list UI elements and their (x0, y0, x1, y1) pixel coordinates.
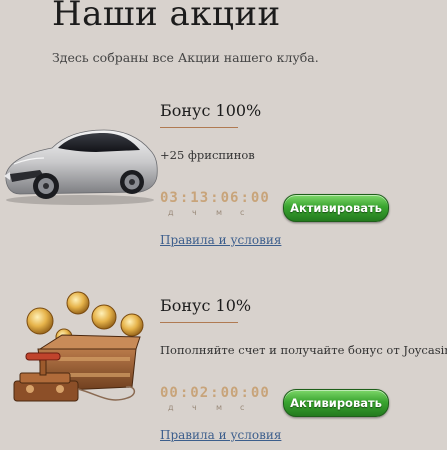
countdown-minutes: 00 (220, 385, 240, 401)
unit-minutes: м (216, 208, 223, 217)
promo-title: Бонус 10% (160, 296, 252, 315)
treasure-chest-coins-icon (13, 291, 144, 402)
promo-title: Бонус 100% (160, 101, 262, 120)
countdown-units: дчмс (168, 208, 264, 217)
rules-link[interactable]: Правила и условия (160, 233, 281, 247)
unit-seconds: с (240, 208, 245, 217)
countdown-timer: 00:02:00:00 (160, 385, 270, 401)
sports-car-icon (4, 129, 158, 205)
countdown-timer: 03:13:06:00 (160, 190, 270, 206)
promo-description: +25 фриспинов (160, 148, 255, 162)
unit-minutes: м (216, 403, 223, 412)
countdown-hours: 13 (190, 190, 210, 206)
page-subtitle: Здесь собраны все Акции нашего клуба. (52, 50, 319, 65)
countdown-minutes: 06 (220, 190, 240, 206)
title-divider (160, 127, 238, 128)
unit-days: д (168, 403, 174, 412)
activate-button[interactable]: Активировать (283, 194, 389, 222)
unit-hours: ч (192, 208, 197, 217)
page-title: Наши акции (52, 0, 281, 34)
activate-button[interactable]: Активировать (283, 389, 389, 417)
countdown-hours: 02 (190, 385, 210, 401)
countdown-days: 00 (160, 385, 179, 401)
unit-hours: ч (192, 403, 197, 412)
rules-link[interactable]: Правила и условия (160, 428, 281, 442)
countdown-units: дчмс (168, 403, 264, 412)
title-divider (160, 322, 238, 323)
promo-description: Пополняйте счет и получайте бонус от Joy… (160, 343, 447, 357)
countdown-days: 03 (160, 190, 179, 206)
unit-seconds: с (240, 403, 245, 412)
countdown-seconds: 00 (250, 190, 270, 206)
unit-days: д (168, 208, 174, 217)
countdown-seconds: 00 (250, 385, 270, 401)
